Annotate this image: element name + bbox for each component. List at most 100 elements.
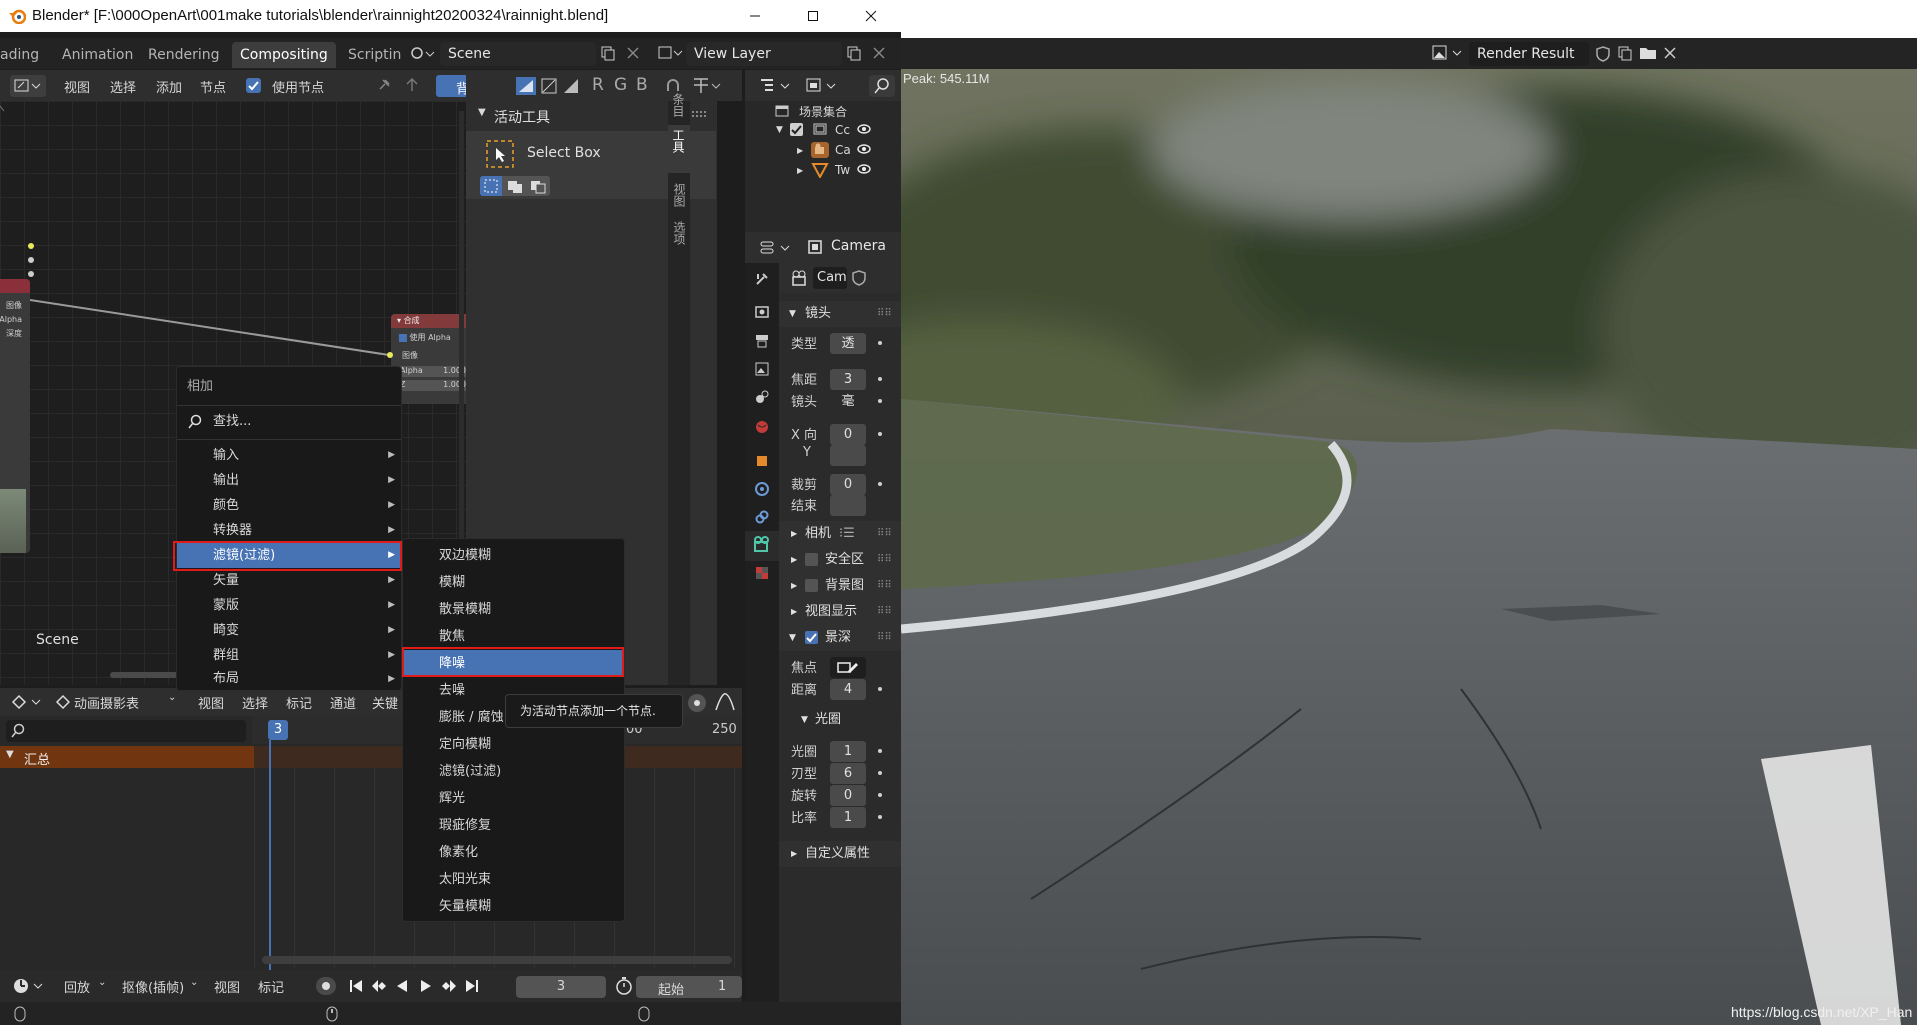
socket-image[interactable] (28, 243, 34, 249)
outliner-item-object[interactable]: Tw (835, 163, 850, 177)
scene-icon[interactable] (410, 44, 436, 62)
image-selector[interactable]: Render Result (1469, 42, 1589, 66)
playback-menu[interactable]: 回放 (64, 977, 90, 996)
visibility-eye-icon[interactable] (857, 163, 871, 175)
submenu-item-glare[interactable]: 辉光 (403, 785, 624, 812)
drag-handle-icon[interactable]: ⠿⠿ (877, 521, 892, 547)
modifier-tab-icon[interactable] (754, 481, 770, 497)
outliner-search-button[interactable] (869, 75, 895, 97)
jump-start-icon[interactable] (348, 978, 364, 994)
z-field[interactable]: Z 1.000 (397, 380, 466, 391)
menu-item-matte[interactable]: 蒙版 ▶ (177, 593, 401, 618)
scene-tab-icon[interactable] (754, 389, 770, 405)
lens-panel-header[interactable]: ▼ 镜头 ⠿⠿ (779, 301, 901, 327)
tab-rendering[interactable]: Rendering (140, 42, 228, 68)
use-nodes-checkbox[interactable] (246, 78, 261, 93)
tl-menu-view[interactable]: 视图 (198, 693, 224, 712)
tl-menu-marker[interactable]: 标记 (286, 693, 312, 712)
proportional-edit-icon[interactable] (688, 694, 706, 712)
sidebar-tab-tool[interactable]: 工具 (668, 125, 690, 173)
minimize-button[interactable] (726, 0, 784, 32)
channel-search-input[interactable] (6, 720, 246, 742)
pb-marker-menu[interactable]: 标记 (258, 977, 284, 996)
animate-dot[interactable] (878, 377, 882, 381)
tl-menu-select[interactable]: 选择 (242, 693, 268, 712)
shift-y-field[interactable] (830, 445, 866, 466)
submenu-item-filter[interactable]: 滤镜(过滤) (403, 758, 624, 785)
editor-type-button[interactable] (10, 75, 46, 97)
submenu-item-directional-blur[interactable]: 定向模糊 (403, 731, 624, 758)
open-folder-icon[interactable] (1639, 45, 1657, 61)
prev-key-icon[interactable] (370, 978, 388, 994)
mode-new-selection-icon[interactable] (480, 176, 502, 196)
channel-r-button[interactable]: R (592, 75, 604, 95)
constraint-tab-icon[interactable] (754, 509, 770, 525)
custom-props-panel-header[interactable]: ▶ 自定义属性 (779, 841, 901, 867)
render-result-image[interactable]: Peak: 545.11M https://blog.csdn.net/XP_H… (901, 69, 1917, 1025)
menu-item-distort[interactable]: 畸变 ▶ (177, 618, 401, 643)
copy-scene-icon[interactable] (600, 45, 616, 61)
falloff-icon[interactable] (714, 692, 736, 712)
blades-field[interactable]: 6 (830, 763, 866, 784)
sidebar-tab-view[interactable]: 视图 (671, 183, 688, 207)
animate-dot[interactable] (878, 482, 882, 486)
expand-icon[interactable]: ▶ (797, 166, 803, 175)
menu-select[interactable]: 选择 (110, 77, 136, 96)
aperture-panel-header[interactable]: ▼ 光圈 (779, 707, 901, 733)
menu-item-color[interactable]: 颜色 ▶ (177, 493, 401, 518)
composite-node[interactable]: ▾ 合成 使用 Alpha 图像 Alpha 1.000 Z 1.000 (391, 314, 466, 404)
editor-type-icon[interactable] (10, 693, 46, 711)
menu-item-vector[interactable]: 矢量 ▶ (177, 568, 401, 593)
visibility-eye-icon[interactable] (857, 123, 871, 135)
socket-alpha[interactable] (28, 257, 34, 263)
world-tab-icon[interactable] (754, 419, 770, 435)
lens-unit-select[interactable]: 毫 (830, 391, 866, 412)
keying-menu[interactable]: 抠像(插帧) (122, 977, 184, 996)
dof-checkbox[interactable] (805, 631, 818, 644)
drag-handle-icon[interactable] (692, 109, 706, 119)
camera-panel-header[interactable]: ▶ 相机 ⁝☰ ⠿⠿ (779, 521, 901, 547)
drag-handle-icon[interactable]: ⠿⠿ (877, 301, 892, 327)
drag-handle-icon[interactable]: ⠿⠿ (877, 547, 892, 573)
drag-handle-icon[interactable]: ⠿⠿ (877, 599, 892, 625)
backdrop-color-alpha-icon[interactable] (516, 77, 536, 95)
focus-object-field[interactable] (830, 657, 866, 678)
parent-node-tree-icon[interactable] (404, 77, 420, 93)
submenu-item-inpaint[interactable]: 瑕疵修复 (403, 812, 624, 839)
playhead-line[interactable] (269, 740, 271, 970)
view-layer-tab-icon[interactable] (754, 361, 770, 377)
next-key-icon[interactable] (440, 978, 458, 994)
outliner-item-camera[interactable]: Ca (835, 143, 851, 157)
expand-icon[interactable]: ▶ (797, 146, 803, 155)
tl-menu-channel[interactable]: 通道 (330, 693, 356, 712)
playhead-frame-label[interactable]: 3 (268, 720, 288, 740)
close-window-button[interactable] (842, 0, 900, 32)
maximize-button[interactable] (784, 0, 842, 32)
new-image-icon[interactable] (1617, 45, 1633, 61)
submenu-item-pixelate[interactable]: 像素化 (403, 839, 624, 866)
ratio-field[interactable]: 1 (830, 807, 866, 828)
submenu-item-blur[interactable]: 模糊 (403, 569, 624, 596)
display-mode-icon[interactable] (805, 77, 841, 95)
menu-item-output[interactable]: 输出 ▶ (177, 468, 401, 493)
remove-view-layer-icon[interactable] (872, 46, 886, 60)
alpha-field[interactable]: Alpha 1.000 (397, 366, 466, 377)
record-button[interactable] (316, 977, 336, 995)
pb-view-menu[interactable]: 视图 (214, 977, 240, 996)
animate-dot[interactable] (878, 749, 882, 753)
menu-item-input[interactable]: 输入 ▶ (177, 443, 401, 468)
menu-view[interactable]: 视图 (64, 77, 90, 96)
backdrop-alpha-icon[interactable] (562, 77, 580, 95)
timeline-scrollbar[interactable] (262, 956, 732, 964)
submenu-item-vector-blur[interactable]: 矢量模糊 (403, 893, 624, 920)
menu-add[interactable]: 添加 (156, 77, 182, 96)
focus-distance-field[interactable]: 4 (830, 679, 866, 700)
channel-b-button[interactable]: B (636, 75, 648, 95)
submenu-item-sun-beams[interactable]: 太阳光束 (403, 866, 624, 893)
camera-data-name-field[interactable]: Cam (813, 267, 847, 289)
select-box-icon[interactable] (485, 139, 515, 169)
menu-item-group[interactable]: 群组 ▶ (177, 643, 401, 668)
scene-selector[interactable]: Scene (440, 42, 596, 66)
rotation-field[interactable]: 0 (830, 785, 866, 806)
animate-dot[interactable] (878, 793, 882, 797)
